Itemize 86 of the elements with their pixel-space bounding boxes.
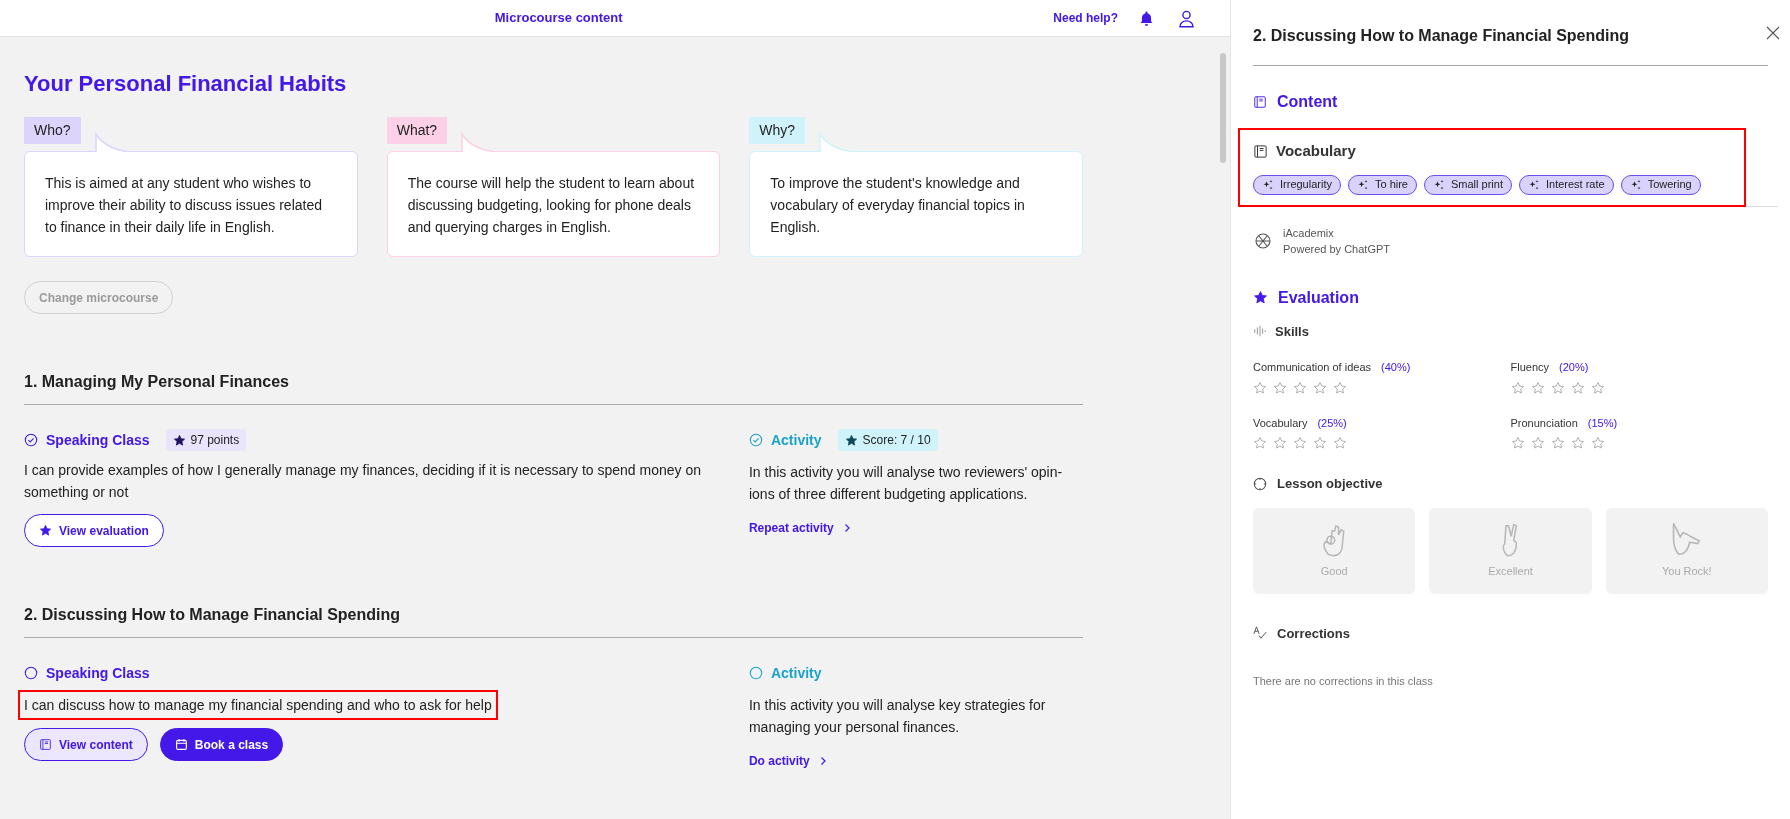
scrollbar[interactable]: [1220, 53, 1226, 163]
star-icon: [1550, 436, 1565, 450]
page-title: Microcourse content: [494, 9, 623, 28]
skill-name: Communication of ideas: [1253, 360, 1371, 375]
user-icon[interactable]: [1177, 8, 1196, 28]
spell-check-icon: [1253, 626, 1267, 641]
book-icon: [39, 738, 52, 751]
lesson-heading: 1. Managing My Personal Finances: [24, 370, 1083, 405]
skill-name: Fluency: [1510, 360, 1550, 375]
skill-weight: (40%): [1381, 360, 1411, 375]
lesson-objective-text: I can discuss how to manage my financial spending and who to ask for help: [20, 692, 496, 718]
evaluation-heading: Evaluation: [1278, 287, 1359, 308]
vocabulary-chip[interactable]: To hire: [1347, 174, 1417, 195]
star-icon: [1570, 380, 1585, 395]
card-tag: Who?: [24, 117, 81, 144]
score-badge: Score: 7 / 10: [837, 429, 938, 451]
star-icon: [1570, 436, 1585, 450]
audio-wave-icon: [1253, 324, 1267, 339]
star-icon: [1550, 380, 1565, 395]
vocabulary-chip[interactable]: Interest rate: [1518, 174, 1614, 195]
skill-weight: (15%): [1587, 415, 1618, 431]
info-card: To improve the student's knowledge and vocabulary of everyday financial topics in English.: [749, 151, 1083, 257]
activity-link[interactable]: Repeat activity: [748, 519, 852, 537]
activity-link[interactable]: Do activity: [748, 752, 828, 770]
star-icon: [172, 433, 186, 447]
star-icon: [844, 433, 858, 447]
lesson-action-button[interactable]: View evaluation: [24, 514, 164, 547]
calendar-icon: [174, 738, 188, 751]
content-heading: Content: [1277, 92, 1338, 112]
activity-description: In this activity you will analyse two reviewers' opin-ions of three different budgeting applications.: [748, 463, 1064, 504]
hand-gesture-icon: [1671, 521, 1702, 557]
star-icon: [1253, 436, 1267, 450]
activity-label: Activity: [770, 663, 822, 683]
star-icon: [1333, 380, 1347, 395]
star-icon: [1510, 380, 1525, 395]
panel-title: 2. Discussing How to Manage Financial Spending: [1253, 24, 1768, 66]
book-icon: [1253, 143, 1268, 159]
star-icon: [1530, 436, 1545, 450]
info-card: This is aimed at any student who wishes to improve their ability to discuss issues related to finance in their daily life in English.: [24, 151, 358, 257]
activity-label: Activity: [770, 430, 822, 450]
skills-heading: Skills: [1275, 322, 1309, 341]
hand-gesture-icon: [1502, 521, 1519, 557]
star-icon: [1590, 380, 1605, 395]
star-icon: [1273, 380, 1287, 395]
info-card: The course will help the student to learn about discussing budgeting, looking for phone deals and querying charges in English.: [386, 151, 721, 257]
objective-heading: Lesson objective: [1277, 475, 1383, 493]
card-tag: What?: [386, 117, 448, 144]
ai-powered-by: Powered by ChatGPT: [1283, 242, 1390, 257]
star-icon: [1253, 290, 1268, 305]
bell-icon[interactable]: [1138, 9, 1155, 27]
star-icon: [1333, 436, 1347, 450]
vocabulary-chip[interactable]: Towering: [1620, 174, 1701, 195]
skill-weight: (25%): [1317, 415, 1347, 431]
star-icon: [1590, 436, 1605, 450]
star-icon: [1313, 436, 1327, 450]
lesson-heading: 2. Discussing How to Manage Financial Spending: [24, 603, 1083, 638]
lesson-action-button[interactable]: Book a class: [159, 728, 284, 761]
skill-name: Pronunciation: [1510, 415, 1578, 431]
vocabulary-chip[interactable]: Irregularity: [1253, 174, 1341, 195]
star-icon: [1293, 380, 1307, 395]
skill-name: Vocabulary: [1253, 415, 1308, 431]
vocabulary-chip[interactable]: Small print: [1424, 174, 1512, 195]
no-corrections-message: There are no corrections in this class: [1253, 674, 1434, 689]
activity-description: In this activity you will analyse key strategies for managing your personal finances.: [748, 696, 1047, 737]
book-icon: [1253, 95, 1267, 109]
vocabulary-heading: Vocabulary: [1276, 141, 1356, 161]
star-icon: [1293, 436, 1307, 450]
card-tag: Why?: [749, 117, 806, 144]
ai-name: iAcademix: [1283, 225, 1335, 241]
speaking-class-label: Speaking Class: [46, 430, 150, 450]
star-icon: [39, 524, 52, 537]
corrections-heading: Corrections: [1277, 624, 1350, 643]
star-icon: [1510, 436, 1525, 450]
lesson-objective-text: I can provide examples of how I generally manage my finances, deciding if it is necessary to spend money on something or not: [24, 461, 703, 502]
skill-weight: (20%): [1559, 360, 1589, 375]
lesson-action-button[interactable]: View content: [24, 728, 148, 761]
star-icon: [1253, 380, 1267, 395]
star-icon: [1530, 380, 1545, 395]
speaking-class-label: Speaking Class: [46, 663, 150, 683]
close-icon[interactable]: [1766, 26, 1780, 40]
help-link[interactable]: Need help?: [1053, 9, 1118, 27]
points-badge: 97 points: [165, 429, 247, 451]
course-title: Your Personal Financial Habits: [24, 70, 348, 98]
target-icon: [1253, 476, 1267, 491]
star-icon: [1313, 380, 1327, 395]
star-icon: [1273, 436, 1287, 450]
